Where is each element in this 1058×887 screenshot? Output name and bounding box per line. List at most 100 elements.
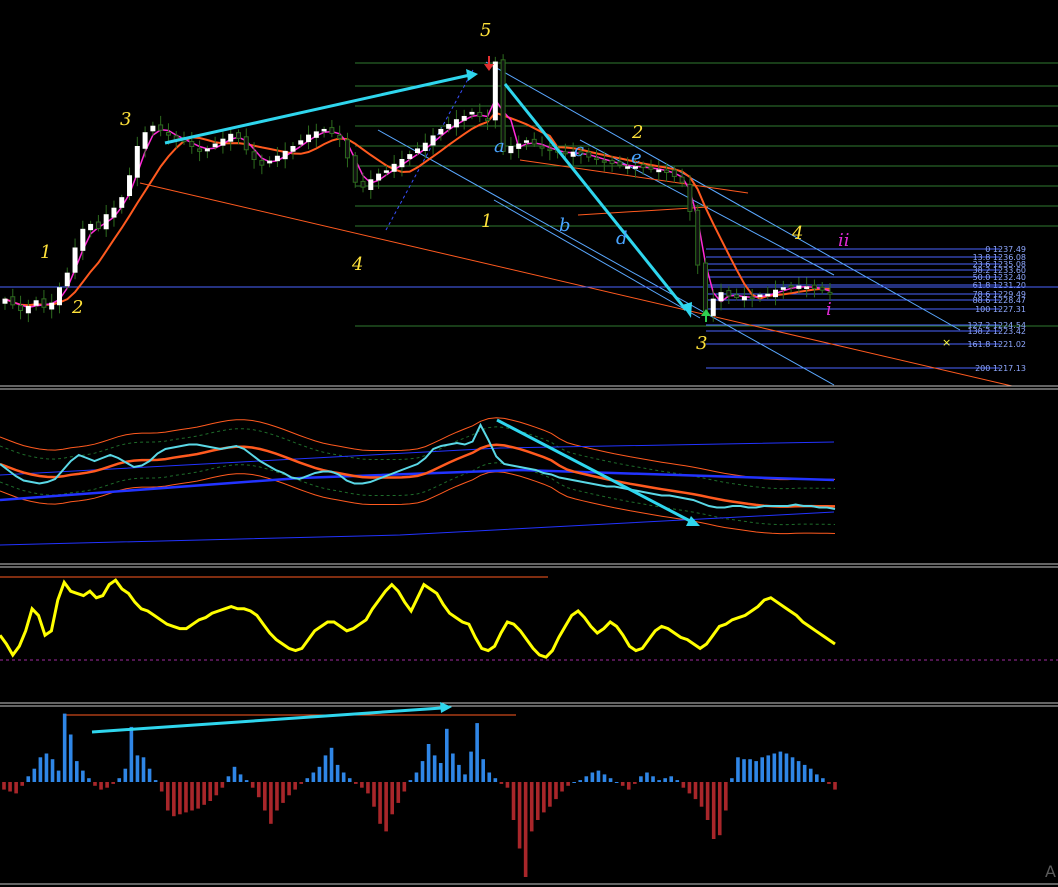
hist-bar-up [596, 770, 601, 782]
hist-bar-up [778, 751, 783, 782]
hist-bar-down [681, 782, 686, 788]
hist-bar-up [645, 772, 649, 782]
candle-up [492, 61, 498, 121]
hist-bar-down [724, 782, 728, 811]
candle-down [485, 118, 491, 122]
candle-down [827, 291, 833, 295]
candle-down [586, 151, 592, 158]
candle-up [306, 134, 312, 143]
candle-up [64, 272, 70, 287]
hist-bar-down [159, 782, 164, 792]
hist-bar-up [475, 723, 479, 782]
hist-bar-down [535, 782, 540, 820]
hist-bar-down [14, 782, 18, 794]
candle-down [687, 183, 693, 212]
hist-bar-down [275, 782, 279, 811]
hist-bar-up [335, 764, 340, 782]
hist-bar-up [481, 759, 485, 782]
hist-bar-up [56, 770, 61, 782]
hist-bar-up [32, 768, 37, 782]
candle-down [259, 160, 265, 166]
hist-bar-up [117, 778, 122, 782]
hist-bar-down [20, 782, 24, 786]
wave-ii: ii [838, 230, 850, 251]
candle-down [734, 294, 740, 299]
hist-bar-up [578, 780, 583, 782]
hist-bar-up [432, 755, 437, 782]
hist-bar-up [614, 782, 619, 783]
trading-chart[interactable]: 0 1237.4913.8 1236.0823.6 1235.0838.2 12… [0, 0, 1058, 887]
hist-bar-up [74, 761, 79, 782]
hist-bar-down [202, 782, 206, 805]
candle-down [695, 209, 701, 266]
candle-up [204, 148, 210, 152]
hist-bar-up [26, 776, 31, 782]
target-cross-icon: × [942, 336, 951, 349]
candle-down [235, 132, 241, 139]
candle-down [788, 285, 794, 288]
hist-bar-up [317, 766, 322, 782]
candle-up [430, 135, 436, 146]
hist-bar-down [250, 782, 255, 788]
fib-label-10: 138.2 1223.42 [967, 327, 1026, 336]
hist-bar-down [693, 782, 698, 800]
candle-down [477, 111, 483, 117]
hist-bar-up [608, 778, 613, 782]
candle-up [321, 128, 327, 132]
hist-bar-up [68, 734, 73, 782]
hist-bar-down [827, 782, 831, 784]
candle-up [150, 125, 156, 132]
hist-bar-up [639, 776, 643, 782]
hist-bar-down [2, 782, 6, 790]
candle-up [298, 140, 304, 145]
candle-up [383, 170, 389, 173]
hist-bar-down [263, 782, 267, 811]
hist-bar-down [172, 782, 176, 817]
corner-text: A [1045, 862, 1056, 881]
hist-bar-up [238, 774, 243, 782]
candle-up [119, 197, 125, 208]
hist-bar-up [347, 778, 352, 782]
candle-down [648, 166, 654, 170]
candle-down [95, 221, 101, 230]
candle-down [601, 160, 607, 163]
hist-bar-up [323, 755, 328, 782]
hist-bar-down [196, 782, 200, 809]
candle-up [718, 292, 724, 302]
hist-bar-down [105, 782, 109, 788]
hist-bar-down [214, 782, 219, 796]
hist-bar-down [372, 782, 376, 807]
fib-label-8: 100 1227.31 [975, 305, 1026, 314]
hist-bar-up [311, 772, 316, 782]
hist-bar-down [184, 782, 188, 813]
hist-bar-up [802, 764, 807, 782]
wave-3: 3 [120, 109, 131, 130]
hist-bar-up [329, 747, 334, 782]
fib-label-12: 200 1217.13 [975, 364, 1026, 373]
wave-1: 1 [40, 242, 51, 263]
hist-bar-down [360, 782, 364, 788]
candle-down [664, 169, 670, 173]
hist-bar-up [602, 774, 607, 782]
wave-d: d [616, 228, 628, 249]
candle-up [376, 173, 382, 181]
candle-down [329, 127, 335, 135]
candle-up [220, 138, 226, 146]
hist-bar-down [93, 782, 97, 786]
hist-bar-down [220, 782, 225, 788]
candle-up [274, 155, 280, 162]
hist-bar-up [81, 770, 85, 782]
hist-bar-down [499, 782, 504, 784]
hist-bar-up [408, 780, 413, 782]
hist-bar-up [584, 776, 589, 782]
hist-bar-up [438, 763, 443, 782]
hist-bar-up [244, 780, 249, 782]
hist-bar-down [256, 782, 261, 798]
hist-bar-down [560, 782, 564, 792]
hist-bar-up [457, 764, 461, 782]
hist-bar-up [87, 778, 91, 782]
candle-down [811, 284, 817, 290]
hist-bar-up [663, 778, 667, 782]
candle-up [469, 111, 475, 115]
hist-bar-up [123, 768, 128, 782]
